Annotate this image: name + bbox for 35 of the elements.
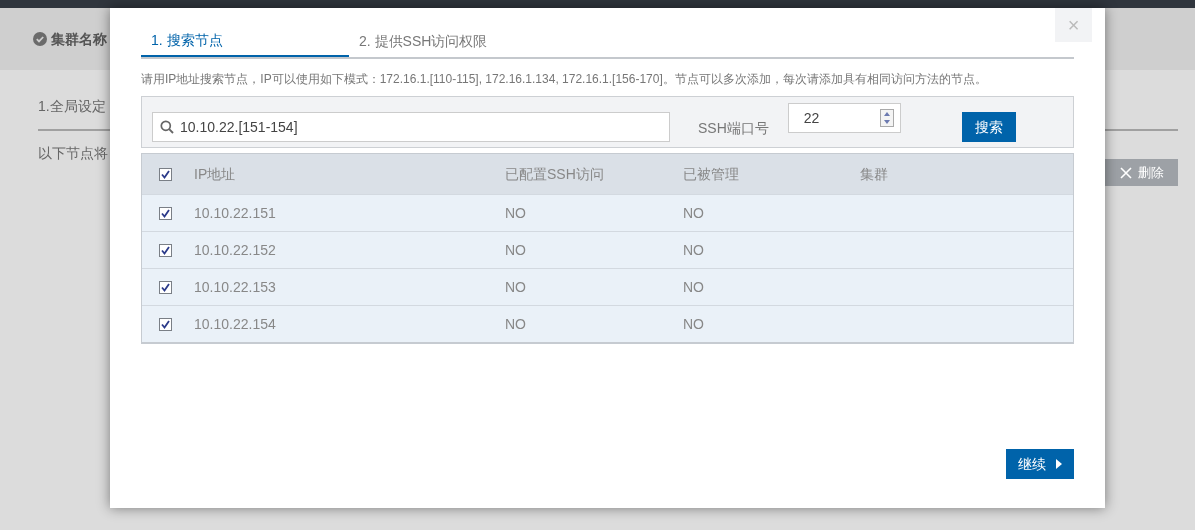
table-cell: 10.10.22.154 [194,316,276,332]
hint-text: 请用IP地址搜索节点，IP可以使用如下模式：172.16.1.[110-115], 172.16.1.134, 172.16.1.[156-170]。节点可以多次添加，每次请添加具有相同访问方法的节点。 [141,71,988,88]
table-cell: NO [683,316,704,332]
search-icon [160,120,174,134]
table-cell: NO [505,242,526,258]
table-cell: NO [505,279,526,295]
search-button[interactable]: 搜索 [961,112,1016,142]
column-header: 已配置SSH访问 [505,166,604,182]
checkbox[interactable] [159,317,172,331]
tab[interactable]: 2. 提供SSH访问权限 [349,26,557,57]
checkbox[interactable] [159,167,172,181]
continue-button[interactable]: 继续 [1006,449,1074,479]
table-cell: NO [683,279,704,295]
close-icon [1119,166,1132,179]
checkbox[interactable] [159,243,172,257]
table-cell: NO [505,205,526,221]
search-field[interactable]: 10.10.22.[151-154] [152,112,670,142]
check-circle-icon [33,32,47,46]
column-header: IP地址 [194,166,236,182]
caret-right-icon [1056,459,1062,469]
table-cell: NO [683,242,704,258]
spinner-arrows-icon [879,109,894,127]
table-cell: NO [505,316,526,332]
table-cell: 10.10.22.152 [194,242,276,258]
cluster-name-label: 集群名称 [51,29,107,49]
table-cell: 10.10.22.153 [194,279,276,295]
table-cell: NO [683,205,704,221]
checkbox[interactable] [159,280,172,294]
column-header: 集群 [860,166,888,182]
port-field[interactable]: 22 [787,103,901,133]
description-text: 以下节点将 [38,144,108,163]
column-header: 已被管理 [683,166,739,182]
tab[interactable]: 1. 搜索节点 [141,26,349,57]
checkbox[interactable] [159,206,172,220]
table-cell: 10.10.22.151 [194,205,276,221]
